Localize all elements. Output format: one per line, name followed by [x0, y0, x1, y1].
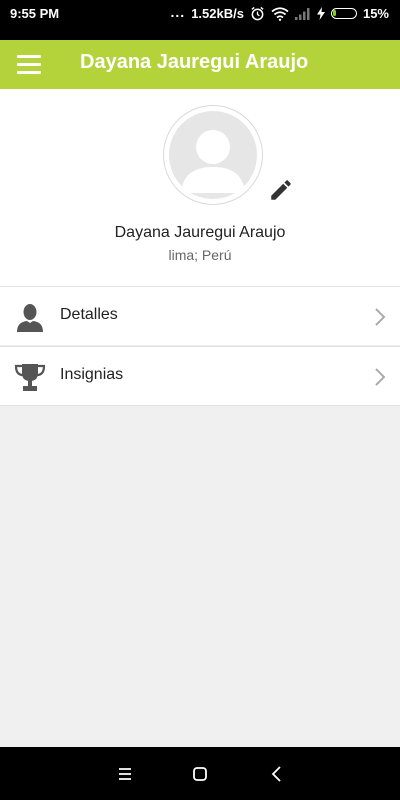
avatar[interactable] [163, 105, 263, 205]
notification-dots: ... [170, 3, 186, 20]
trophy-icon [14, 364, 46, 391]
system-nav-bar [0, 747, 400, 800]
status-indicators: ... 1.52kB/s 15% [165, 3, 389, 22]
profile-name: Dayana Jauregui Araujo [114, 224, 286, 241]
list-item-detalles[interactable]: Detalles [0, 286, 400, 345]
page-title: Dayana Jauregui Araujo [80, 51, 309, 73]
status-bar: 9:55 PM ... 1.52kB/s 15% [0, 0, 400, 40]
profile-header: Dayana Jauregui Araujo lima; Perú [0, 89, 400, 286]
network-speed: 1.52kB/s [191, 6, 244, 21]
battery-percent: 15% [362, 6, 389, 21]
home-icon[interactable] [189, 763, 211, 785]
app-bar: Dayana Jauregui Araujo [0, 40, 400, 89]
list-item-label: Insignias [60, 366, 124, 383]
wifi-icon [271, 6, 289, 21]
profile-location: lima; Perú [168, 247, 232, 263]
person-icon [17, 304, 43, 332]
list-item-insignias[interactable]: Insignias [0, 346, 400, 406]
battery-icon [330, 8, 357, 19]
signal-icon [294, 8, 310, 20]
chevron-right-icon [375, 368, 386, 386]
alarm-icon [251, 6, 264, 21]
chevron-right-icon [375, 308, 386, 326]
charging-icon [316, 7, 325, 20]
recent-apps-icon[interactable] [114, 763, 136, 785]
hamburger-menu-icon[interactable] [17, 55, 41, 74]
list-item-label: Detalles [60, 306, 118, 323]
default-avatar-icon [169, 111, 257, 199]
back-icon[interactable] [266, 763, 288, 785]
status-time: 9:55 PM [10, 6, 60, 21]
battery-level-fill [332, 10, 336, 16]
pencil-icon[interactable] [268, 177, 294, 203]
